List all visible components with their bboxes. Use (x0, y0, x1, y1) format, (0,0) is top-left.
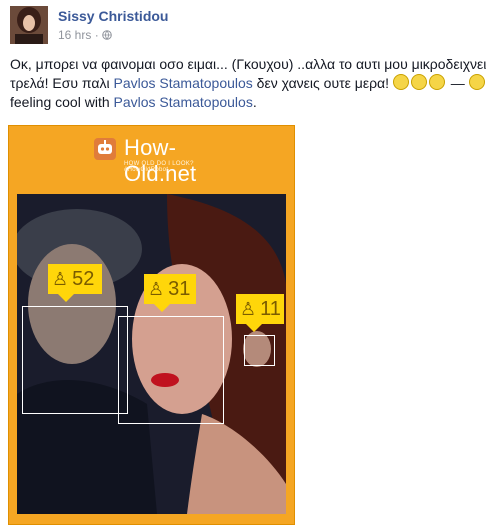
facebook-post: Sissy Christidou 16 hrs · Οκ, μπορει να … (0, 0, 498, 527)
post-meta: 16 hrs · (58, 28, 112, 42)
brand-tagline: HOW OLD DO I LOOK? #HowOldRobot (124, 161, 194, 173)
post-time[interactable]: 16 hrs (58, 28, 91, 42)
photo-scene: ♙ 52 ♙ 31 ♙ 11 (17, 194, 286, 514)
feeling-text: feeling cool with (10, 94, 114, 110)
age-tag-2: ♙ 31 (144, 274, 196, 312)
how-old-brand: How-Old.net HOW OLD DO I LOOK? #HowOldRo… (94, 135, 234, 186)
post-text: Οκ, μπορει να φαινομαι οσο ειμαι... (Γκο… (10, 55, 490, 112)
post-text-part2: δεν χανεις ουτε μερα! (252, 75, 393, 91)
face-box-2 (118, 316, 224, 424)
age-tag-1: ♙ 52 (48, 264, 102, 302)
avatar-image (10, 6, 48, 44)
robot-logo-icon (94, 138, 116, 160)
crazy-face-emoji-icon (410, 74, 427, 90)
male-person-icon: ♙ (52, 268, 69, 289)
age-value-3: 11 (260, 297, 281, 320)
post-photo[interactable]: How-Old.net HOW OLD DO I LOOK? #HowOldRo… (8, 125, 295, 525)
mention-link[interactable]: Pavlos Stamatopoulos (113, 75, 252, 91)
laughing-emoji-icon (428, 74, 445, 90)
face-box-1 (22, 306, 128, 414)
sunglasses-emoji-icon (468, 74, 485, 90)
end-period: . (252, 94, 257, 110)
feeling-mention-link[interactable]: Pavlos Stamatopoulos (114, 94, 253, 110)
globe-icon (102, 28, 112, 42)
face-box-3 (244, 335, 275, 366)
feeling-dash: — (446, 75, 469, 91)
meta-separator: · (91, 28, 103, 42)
female-person-icon-2: ♙ (240, 298, 257, 319)
age-value-2: 31 (168, 277, 191, 300)
age-tag-3: ♙ 11 (236, 294, 284, 332)
age-value-1: 52 (72, 267, 95, 290)
avatar[interactable] (10, 6, 48, 44)
post-author[interactable]: Sissy Christidou (58, 8, 168, 24)
grinning-emoji-icon (392, 74, 409, 90)
female-person-icon: ♙ (148, 278, 165, 299)
